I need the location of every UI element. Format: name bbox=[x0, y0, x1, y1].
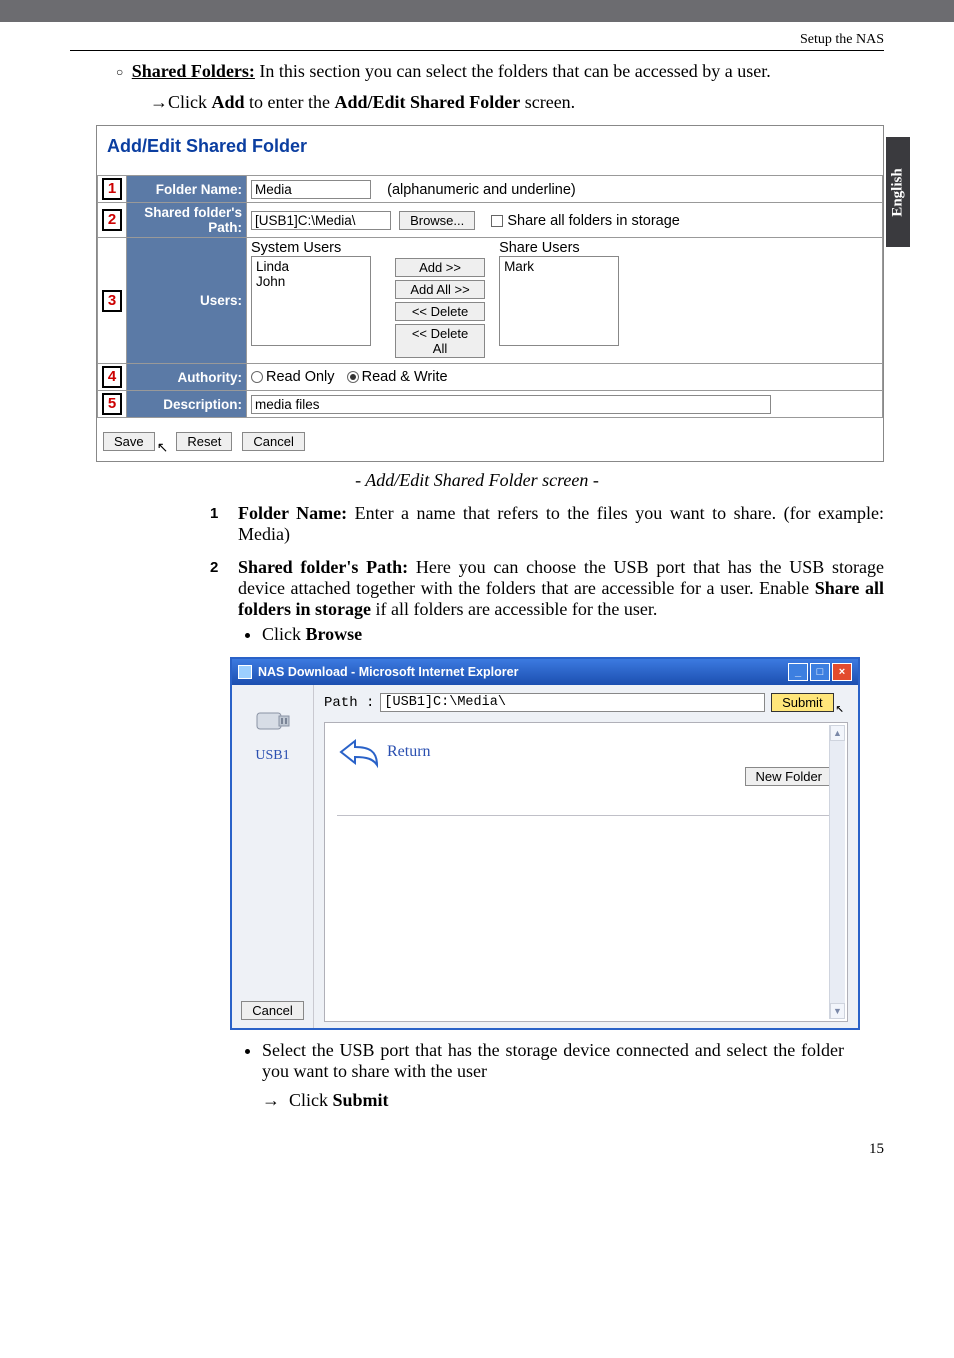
system-user-item[interactable]: John bbox=[256, 274, 366, 289]
intro-sub: →Click Add to enter the Add/Edit Shared … bbox=[150, 92, 884, 113]
system-users-head: System Users bbox=[251, 240, 371, 256]
scroll-down-icon[interactable]: ▼ bbox=[830, 1003, 845, 1019]
callout-4: 4 bbox=[102, 366, 122, 388]
minimize-button[interactable]: _ bbox=[788, 663, 808, 681]
label-path: Shared folder's Path: bbox=[127, 203, 247, 238]
path-label: Path : bbox=[324, 695, 374, 711]
after-image-block: Select the USB port that has the storage… bbox=[240, 1040, 884, 1111]
ie-logo-icon bbox=[238, 665, 252, 679]
read-write-label: Read & Write bbox=[362, 369, 448, 385]
cursor-icon: ↖ bbox=[157, 439, 169, 456]
callout-3: 3 bbox=[102, 290, 122, 312]
bullet-select-usb: Select the USB port that has the storage… bbox=[262, 1040, 884, 1082]
share-users-list[interactable]: Mark bbox=[499, 256, 619, 346]
folder-name-input[interactable]: Media bbox=[251, 180, 371, 199]
usb-sidebar: USB1 Cancel bbox=[232, 685, 314, 1028]
close-button[interactable]: × bbox=[832, 663, 852, 681]
callout-5: 5 bbox=[102, 393, 122, 415]
return-label: Return bbox=[387, 743, 431, 761]
transfer-buttons: Add >> Add All >> << Delete << Delete Al… bbox=[395, 258, 485, 361]
share-users-col: Share Users Mark bbox=[499, 240, 619, 346]
bullet-click-browse: Click Browse bbox=[262, 624, 884, 645]
reset-button[interactable]: Reset bbox=[176, 432, 232, 451]
delete-all-button[interactable]: << Delete All bbox=[395, 324, 485, 358]
folder-name-hint: (alphanumeric and underline) bbox=[387, 182, 576, 198]
item-num-1: 1 bbox=[210, 505, 218, 522]
description-input[interactable]: media files bbox=[251, 395, 771, 414]
cursor-icon: ↖ bbox=[836, 700, 844, 717]
delete-button[interactable]: << Delete bbox=[395, 302, 485, 321]
row-folder-name: 1 Folder Name: Media (alphanumeric and u… bbox=[98, 176, 883, 203]
arrow-right-icon: → bbox=[262, 1090, 280, 1110]
new-folder-button[interactable]: New Folder bbox=[745, 767, 833, 786]
add-button[interactable]: Add >> bbox=[395, 258, 485, 277]
path-input[interactable]: [USB1]C:\Media\ bbox=[251, 211, 391, 230]
panel-title: Add/Edit Shared Folder bbox=[97, 126, 883, 175]
callout-2: 2 bbox=[102, 209, 122, 231]
share-users-head: Share Users bbox=[499, 240, 619, 256]
maximize-button[interactable]: □ bbox=[810, 663, 830, 681]
intro-title: Shared Folders: bbox=[132, 61, 255, 81]
return-arrow-icon bbox=[337, 735, 381, 769]
browse-button[interactable]: Browse... bbox=[399, 211, 475, 230]
row-authority: 4 Authority: Read Only Read & Write bbox=[98, 364, 883, 391]
window-titlebar[interactable]: NAS Download - Microsoft Internet Explor… bbox=[232, 659, 858, 685]
cancel-button[interactable]: Cancel bbox=[242, 432, 304, 451]
panel-buttons: Save↖ Reset Cancel bbox=[97, 418, 883, 461]
instruction-item-2: 2 Shared folder's Path: Here you can cho… bbox=[210, 557, 884, 645]
label-folder-name: Folder Name: bbox=[127, 176, 247, 203]
return-link[interactable]: Return bbox=[337, 735, 835, 769]
panel-form: 1 Folder Name: Media (alphanumeric and u… bbox=[97, 175, 883, 418]
file-area: Return New Folder ▲ ▼ bbox=[324, 722, 848, 1022]
system-users-col: System Users Linda John bbox=[251, 240, 371, 346]
page-number: 15 bbox=[70, 1141, 884, 1158]
bullet-circle-icon: ○ bbox=[116, 65, 123, 79]
arrow-submit-line: → Click Submit bbox=[262, 1090, 884, 1111]
read-write-radio[interactable] bbox=[347, 371, 359, 383]
item-body-2c: if all folders are accessible for the us… bbox=[371, 599, 657, 619]
item-num-2: 2 bbox=[210, 559, 218, 576]
label-description: Description: bbox=[127, 391, 247, 418]
window-title: NAS Download - Microsoft Internet Explor… bbox=[258, 665, 518, 679]
browse-dialog-window: NAS Download - Microsoft Internet Explor… bbox=[230, 657, 860, 1030]
top-bar bbox=[0, 0, 954, 22]
callout-1: 1 bbox=[102, 178, 122, 200]
usb-label[interactable]: USB1 bbox=[232, 748, 313, 764]
path-row: Path : [USB1]C:\Media\ Submit↖ bbox=[324, 693, 848, 712]
row-users: 3 Users: System Users Linda John Add >> … bbox=[98, 238, 883, 364]
add-all-button[interactable]: Add All >> bbox=[395, 280, 485, 299]
share-all-checkbox[interactable] bbox=[491, 215, 503, 227]
row-description: 5 Description: media files bbox=[98, 391, 883, 418]
instruction-list: 1 Folder Name: Enter a name that refers … bbox=[210, 503, 884, 645]
scrollbar[interactable]: ▲ ▼ bbox=[829, 725, 845, 1019]
row-path: 2 Shared folder's Path: [USB1]C:\Media\ … bbox=[98, 203, 883, 238]
system-user-item[interactable]: Linda bbox=[256, 259, 366, 274]
usb-drive-icon[interactable] bbox=[251, 699, 295, 739]
intro-line: ○ Shared Folders: In this section you ca… bbox=[116, 61, 884, 82]
save-button[interactable]: Save bbox=[103, 432, 155, 451]
read-only-label: Read Only bbox=[266, 369, 335, 385]
dialog-path-input[interactable]: [USB1]C:\Media\ bbox=[380, 693, 765, 712]
page-body: Setup the NAS English ○ Shared Folders: … bbox=[0, 22, 954, 1198]
share-user-item[interactable]: Mark bbox=[504, 259, 614, 274]
shared-folder-panel: Add/Edit Shared Folder 1 Folder Name: Me… bbox=[96, 125, 884, 462]
share-all-label: Share all folders in storage bbox=[507, 213, 680, 229]
header-setup: Setup the NAS bbox=[70, 32, 884, 51]
system-users-list[interactable]: Linda John bbox=[251, 256, 371, 346]
instruction-item-1: 1 Folder Name: Enter a name that refers … bbox=[210, 503, 884, 545]
figure-caption: - Add/Edit Shared Folder screen - bbox=[70, 470, 884, 491]
language-tab: English bbox=[886, 137, 910, 247]
arrow-right-icon: → bbox=[150, 92, 168, 112]
scroll-up-icon[interactable]: ▲ bbox=[830, 725, 845, 741]
label-users: Users: bbox=[127, 238, 247, 364]
submit-button[interactable]: Submit bbox=[771, 693, 833, 712]
item-head-1: Folder Name: bbox=[238, 503, 347, 523]
dialog-cancel-button[interactable]: Cancel bbox=[241, 1001, 303, 1020]
label-authority: Authority: bbox=[127, 364, 247, 391]
item-head-2: Shared folder's Path: bbox=[238, 557, 408, 577]
language-tab-label: English bbox=[890, 168, 907, 216]
divider bbox=[337, 815, 835, 816]
read-only-radio[interactable] bbox=[251, 371, 263, 383]
intro-text: In this section you can select the folde… bbox=[255, 61, 771, 81]
